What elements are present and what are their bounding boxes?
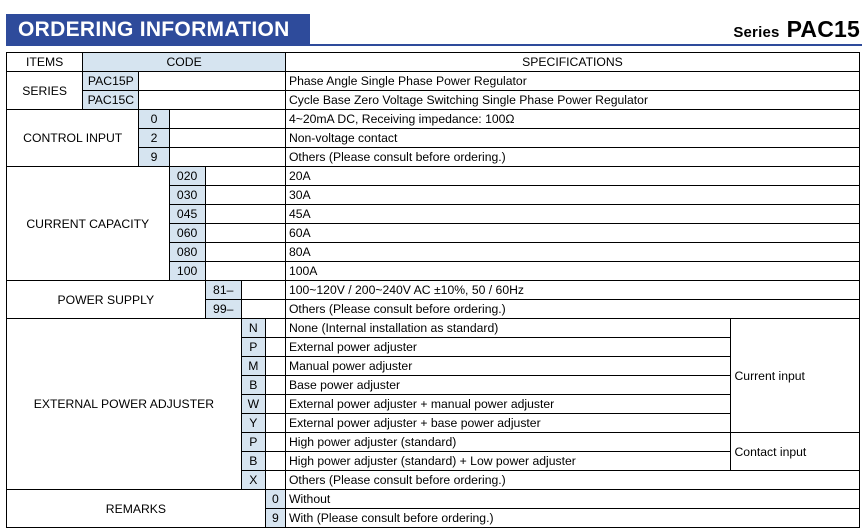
spec-cell: None (Internal installation as standard): [284, 318, 732, 338]
spec-cell: Others (Please consult before ordering.): [284, 470, 861, 490]
code-cell: 020: [168, 166, 206, 186]
series-badge: Series PAC15: [733, 16, 860, 43]
code-cell: B: [240, 375, 266, 395]
code-cell: 81–: [204, 280, 242, 300]
code-spacer: [264, 318, 286, 338]
code-cell: 0: [264, 489, 286, 509]
page-header: ORDERING INFORMATION Series PAC15: [0, 0, 866, 52]
code-cell: 030: [168, 185, 206, 205]
code-spacer: [138, 90, 286, 110]
code-cell: 0: [138, 109, 170, 129]
spec-cell: 20A: [284, 166, 861, 186]
group-label-remarks: REMARKS: [6, 489, 266, 528]
spec-cell: 100A: [284, 261, 861, 281]
input-type-current: Current input: [730, 318, 860, 433]
group-label-current-capacity: CURRENT CAPACITY: [6, 166, 170, 281]
code-cell: P: [240, 337, 266, 357]
spec-cell: 100~120V / 200~240V AC ±10%, 50 / 60Hz: [284, 280, 861, 300]
header-code: CODE: [82, 52, 286, 72]
spec-cell: Manual power adjuster: [284, 356, 732, 376]
code-cell: P: [240, 432, 266, 452]
code-cell: 9: [264, 508, 286, 528]
ordering-information-banner: ORDERING INFORMATION: [6, 14, 310, 46]
table-row: POWER SUPPLY 81– 100~120V / 200~240V AC …: [6, 280, 861, 319]
series-label: Series: [733, 24, 780, 41]
code-spacer: [204, 242, 286, 262]
spec-cell: Phase Angle Single Phase Power Regulator: [284, 71, 861, 91]
code-cell: PAC15C: [82, 90, 140, 110]
code-spacer: [204, 166, 286, 186]
group-label-power-supply: POWER SUPPLY: [6, 280, 206, 319]
code-cell: 080: [168, 242, 206, 262]
spec-cell: With (Please consult before ordering.): [284, 508, 861, 528]
code-spacer: [240, 299, 286, 319]
code-spacer: [168, 128, 286, 148]
code-cell: 99–: [204, 299, 242, 319]
code-spacer: [204, 204, 286, 224]
spec-cell: High power adjuster (standard): [284, 432, 732, 452]
spec-cell: External power adjuster + base power adj…: [284, 413, 732, 433]
page-title: ORDERING INFORMATION: [18, 18, 290, 41]
code-cell: X: [240, 470, 266, 490]
code-cell: 060: [168, 223, 206, 243]
code-spacer: [204, 185, 286, 205]
code-spacer: [264, 337, 286, 357]
code-spacer: [204, 223, 286, 243]
header-specifications: SPECIFICATIONS: [284, 52, 861, 72]
spec-cell: High power adjuster (standard) + Low pow…: [284, 451, 732, 471]
spec-cell: Others (Please consult before ordering.): [284, 147, 861, 167]
spec-cell: External power adjuster + manual power a…: [284, 394, 732, 414]
spec-cell: Non-voltage contact: [284, 128, 861, 148]
spec-cell: 4~20mA DC, Receiving impedance: 100Ω: [284, 109, 861, 129]
code-spacer: [204, 261, 286, 281]
ordering-table-wrap: ITEMS CODE SPECIFICATIONS SERIES PAC15P …: [5, 52, 861, 528]
code-cell: 045: [168, 204, 206, 224]
code-cell: 9: [138, 147, 170, 167]
spec-cell: Others (Please consult before ordering.): [284, 299, 861, 319]
code-cell: Y: [240, 413, 266, 433]
code-cell: 100: [168, 261, 206, 281]
table-row: EXTERNAL POWER ADJUSTER N None (Internal…: [6, 318, 860, 490]
spec-cell: Cycle Base Zero Voltage Switching Single…: [284, 90, 861, 110]
spec-cell: 45A: [284, 204, 861, 224]
series-model: PAC15: [786, 16, 860, 42]
code-spacer: [264, 432, 286, 452]
code-cell: B: [240, 451, 266, 471]
code-spacer: [264, 375, 286, 395]
code-cell: N: [240, 318, 266, 338]
table-row: SERIES PAC15P Phase Angle Single Phase P…: [5, 71, 861, 110]
code-cell: PAC15P: [82, 71, 140, 91]
ordering-information-table: ITEMS CODE SPECIFICATIONS SERIES PAC15P …: [5, 52, 861, 528]
code-spacer: [138, 71, 286, 91]
table-row: PAC15C Cycle Base Zero Voltage Switching…: [7, 90, 861, 110]
spec-cell: 30A: [284, 185, 861, 205]
spec-cell: 60A: [284, 223, 861, 243]
spec-cell: Base power adjuster: [284, 375, 732, 395]
table-row: CURRENT CAPACITY 020 20A: [6, 166, 861, 281]
code-cell: M: [240, 356, 266, 376]
table-header-row: ITEMS CODE SPECIFICATIONS: [5, 52, 861, 72]
code-spacer: [264, 394, 286, 414]
code-spacer: [168, 147, 286, 167]
group-label-external-power-adjuster: EXTERNAL POWER ADJUSTER: [6, 318, 242, 490]
table-row: CONTROL INPUT 0 4~20mA DC, Receiving imp…: [5, 109, 861, 167]
group-label-control-input: CONTROL INPUT: [5, 109, 140, 167]
header-items: ITEMS: [5, 52, 84, 72]
code-cell: W: [240, 394, 266, 414]
group-label-series: SERIES: [5, 71, 84, 110]
input-type-contact: Contact input: [730, 432, 860, 471]
code-spacer: [168, 109, 286, 129]
table-row: REMARKS 0 Without: [6, 489, 861, 528]
spec-cell: External power adjuster: [284, 337, 732, 357]
code-spacer: [264, 451, 286, 471]
spec-cell: Without: [284, 489, 861, 509]
code-spacer: [264, 470, 286, 490]
code-spacer: [240, 280, 286, 300]
code-spacer: [264, 413, 286, 433]
code-cell: 2: [138, 128, 170, 148]
header-rule: [310, 44, 862, 46]
code-spacer: [264, 356, 286, 376]
spec-cell: 80A: [284, 242, 861, 262]
